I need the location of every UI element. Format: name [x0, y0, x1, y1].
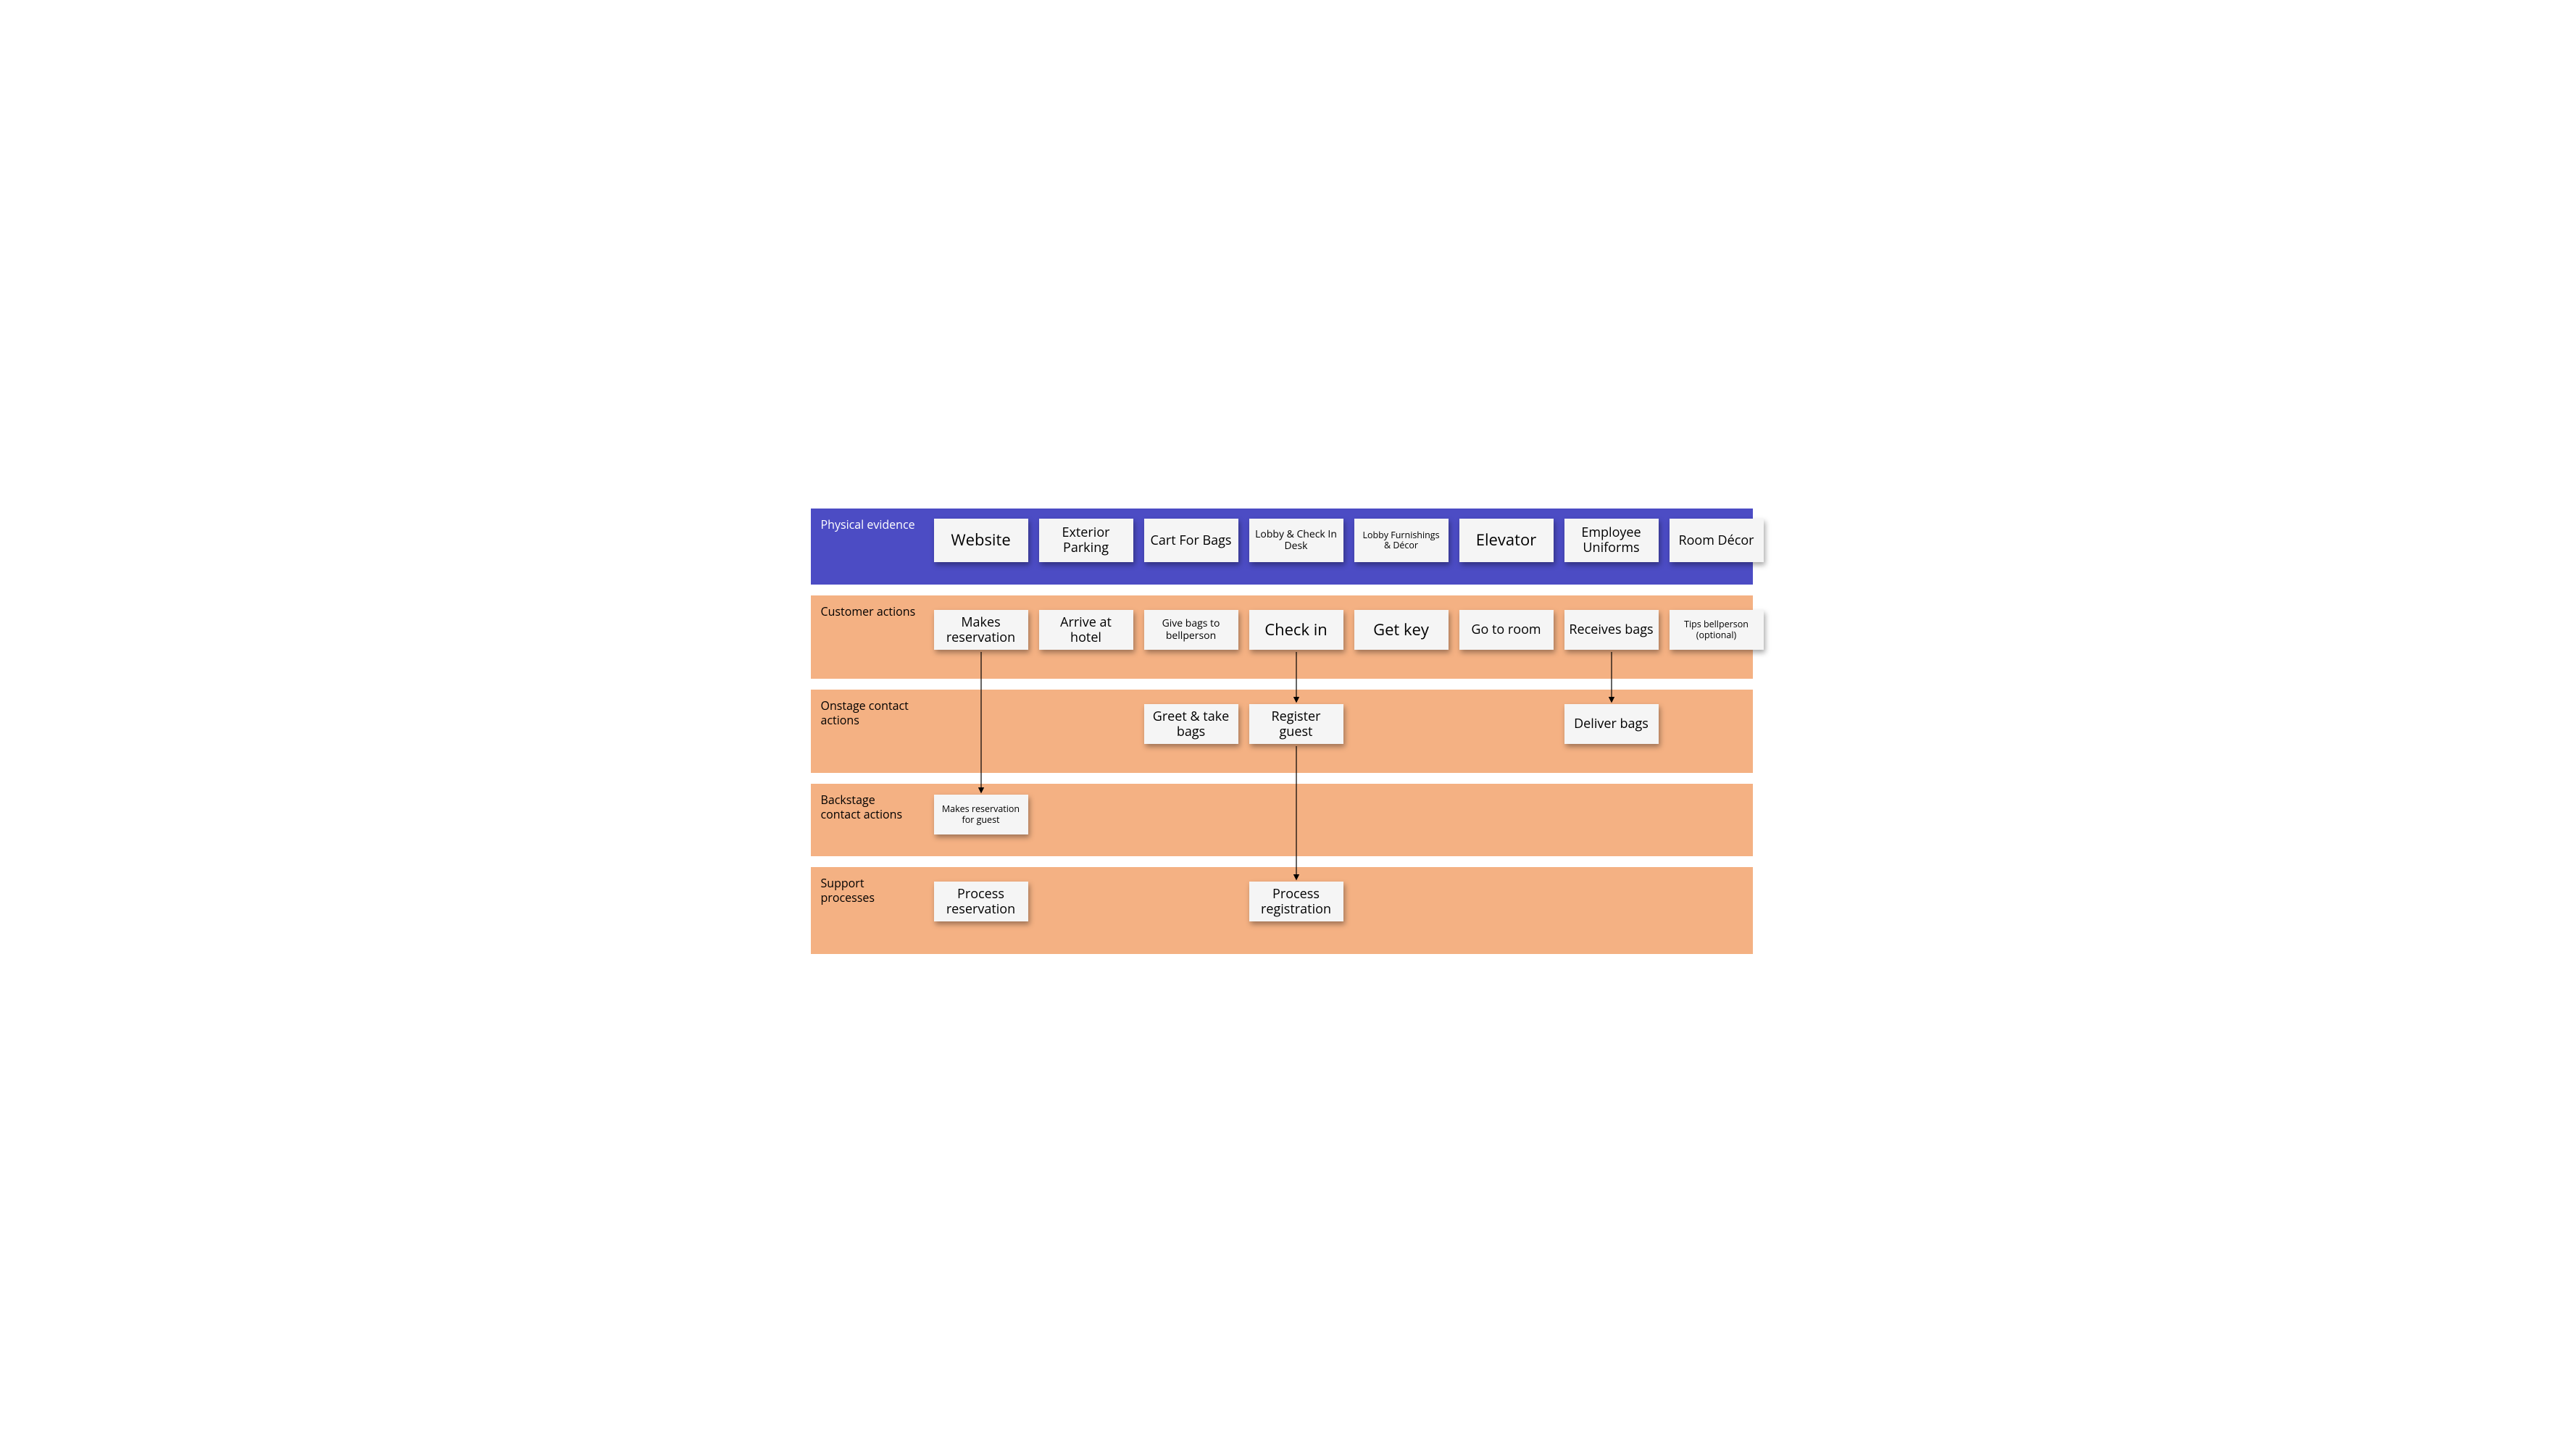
lane-label-customer-actions: Customer actions	[811, 595, 927, 619]
note-ca-checkin: Check in	[1249, 610, 1343, 650]
note-pe-cart: Cart For Bags	[1144, 519, 1238, 562]
lane-label-physical-evidence: Physical evidence	[811, 509, 927, 532]
note-on-greet: Greet & take bags	[1144, 704, 1238, 744]
lane-label-support: Support processes	[811, 867, 927, 905]
note-pe-room: Room Décor	[1670, 519, 1764, 562]
lane-onstage-contact-actions: Onstage contact actions Greet & take bag…	[811, 690, 1753, 773]
note-pe-uniforms: Employee Uniforms	[1564, 519, 1659, 562]
note-ca-go-room: Go to room	[1459, 610, 1554, 650]
note-ca-tips: Tips bellperson (optional)	[1670, 610, 1764, 650]
lane-label-onstage: Onstage contact actions	[811, 690, 927, 727]
note-pe-website: Website	[934, 519, 1028, 562]
note-on-register: Register guest	[1249, 704, 1343, 744]
lane-label-backstage: Backstage contact actions	[811, 784, 927, 821]
lane-backstage-contact-actions: Backstage contact actions Makes reservat…	[811, 784, 1753, 856]
note-ca-receive-bags: Receives bags	[1564, 610, 1659, 650]
note-ca-reservation: Makes reservation	[934, 610, 1028, 650]
note-pe-lobby-furn: Lobby Furnishings & Décor	[1354, 519, 1449, 562]
note-on-deliver: Deliver bags	[1564, 704, 1659, 744]
lane-support-processes: Support processes Process reservation Pr…	[811, 867, 1753, 954]
note-pe-parking: Exterior Parking	[1039, 519, 1133, 562]
note-bs-reservation: Makes reservation for guest	[934, 795, 1028, 834]
lane-customer-actions: Customer actions Makes reservation Arriv…	[811, 595, 1753, 679]
note-sp-process-reg: Process registration	[1249, 882, 1343, 921]
note-pe-elevator: Elevator	[1459, 519, 1554, 562]
note-ca-arrive: Arrive at hotel	[1039, 610, 1133, 650]
note-ca-getkey: Get key	[1354, 610, 1449, 650]
note-pe-lobby-desk: Lobby & Check In Desk	[1249, 519, 1343, 562]
note-sp-process-res: Process reservation	[934, 882, 1028, 921]
service-blueprint-diagram: Physical evidence Website Exterior Parki…	[775, 440, 1789, 1016]
lane-physical-evidence: Physical evidence Website Exterior Parki…	[811, 509, 1753, 585]
note-ca-give-bags: Give bags to bellperson	[1144, 610, 1238, 650]
